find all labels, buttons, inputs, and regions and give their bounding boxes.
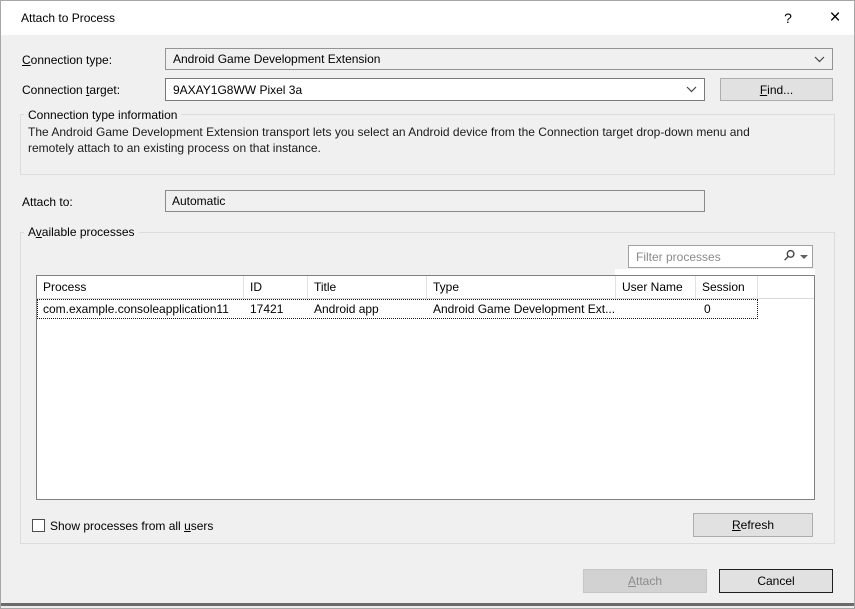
cell-type: Android Game Development Ext...: [427, 302, 616, 316]
connection-type-value: Android Game Development Extension: [173, 52, 808, 66]
filter-options-button[interactable]: [783, 249, 808, 265]
chevron-down-icon: [814, 56, 825, 63]
connection-target-value: 9AXAY1G8WW Pixel 3a: [173, 83, 680, 97]
find-button-label: Find...: [760, 83, 793, 97]
attach-button-label: Attach: [628, 574, 662, 588]
dialog-title: Attach to Process: [21, 11, 115, 25]
attach-button[interactable]: Attach: [583, 569, 707, 593]
cell-title: Android app: [308, 302, 427, 316]
connection-type-info-text: The Android Game Development Extension t…: [28, 124, 776, 156]
available-processes-legend: Available processes: [24, 225, 139, 239]
column-header-process[interactable]: Process: [37, 276, 244, 298]
show-all-users-label[interactable]: Show processes from all users: [50, 519, 213, 533]
help-icon: ?: [784, 10, 792, 26]
process-table[interactable]: Process ID Title Type User Name Session …: [36, 275, 815, 500]
attach-to-field[interactable]: Automatic: [165, 190, 705, 212]
chevron-down-icon: [686, 86, 697, 93]
column-header-user-name[interactable]: User Name: [616, 276, 696, 298]
process-row-selected[interactable]: com.example.consoleapplication11 17421 A…: [37, 299, 758, 319]
close-icon: ×: [829, 7, 840, 29]
attach-to-label: Attach to:: [22, 195, 73, 209]
cell-process: com.example.consoleapplication11: [37, 302, 244, 316]
connection-target-combobox[interactable]: 9AXAY1G8WW Pixel 3a: [165, 78, 705, 101]
process-table-header: Process ID Title Type User Name Session: [37, 276, 814, 299]
connection-type-label: Connection type:: [22, 53, 112, 67]
search-icon: [783, 249, 796, 265]
column-header-title[interactable]: Title: [308, 276, 427, 298]
find-button[interactable]: Find...: [720, 78, 833, 101]
column-header-type[interactable]: Type: [427, 276, 616, 298]
cell-id: 17421: [244, 302, 308, 316]
close-button[interactable]: ×: [816, 1, 854, 35]
filter-processes-box[interactable]: [628, 245, 813, 268]
show-all-users-checkbox[interactable]: [32, 519, 45, 532]
filter-processes-input[interactable]: [636, 250, 783, 264]
refresh-button[interactable]: Refresh: [693, 513, 813, 537]
cancel-button[interactable]: Cancel: [719, 569, 833, 593]
cancel-button-label: Cancel: [757, 574, 794, 588]
column-header-filler: [758, 276, 814, 298]
connection-target-label: Connection target:: [22, 83, 120, 97]
refresh-button-label: Refresh: [732, 518, 774, 532]
column-header-session[interactable]: Session: [696, 276, 758, 298]
filter-dropdown-arrow-icon: [800, 255, 808, 259]
connection-type-info-legend: Connection type information: [24, 108, 181, 122]
help-button[interactable]: ?: [769, 1, 807, 35]
attach-to-value: Automatic: [172, 194, 225, 208]
connection-type-combobox[interactable]: Android Game Development Extension: [165, 48, 833, 70]
column-header-id[interactable]: ID: [244, 276, 308, 298]
cell-session: 0: [696, 302, 758, 316]
title-bar[interactable]: Attach to Process ? ×: [1, 1, 854, 35]
